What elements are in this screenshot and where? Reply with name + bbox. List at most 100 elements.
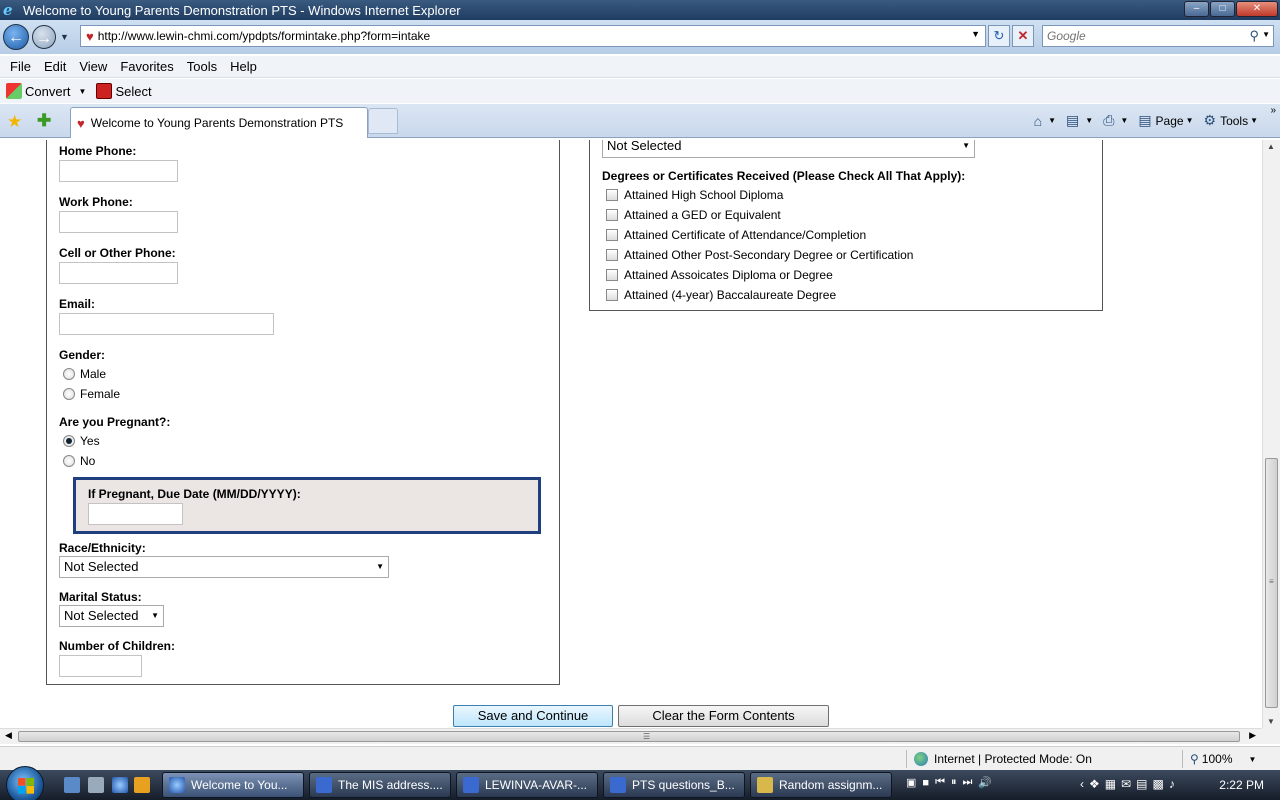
zoom-control[interactable]: ⚲ 100% ▼ xyxy=(1190,752,1256,766)
search-icon[interactable]: ⚲ xyxy=(1249,28,1259,44)
cell-phone-field[interactable] xyxy=(59,262,178,284)
work-phone-field[interactable] xyxy=(59,211,178,233)
save-continue-button[interactable]: Save and Continue xyxy=(453,705,613,727)
tab-current[interactable]: ♥ Welcome to Young Parents Demonstration… xyxy=(70,107,368,138)
tools-dropdown-icon[interactable]: ▼ xyxy=(1250,116,1258,125)
feeds-icon[interactable]: ▤ xyxy=(1066,112,1079,129)
new-tab-button[interactable] xyxy=(368,108,398,134)
degree-checkbox[interactable]: Attained High School Diploma xyxy=(606,188,783,202)
page-dropdown-icon[interactable]: ▼ xyxy=(1186,116,1194,125)
menu-view[interactable]: View xyxy=(79,59,107,74)
clear-form-button[interactable]: Clear the Form Contents xyxy=(618,705,829,727)
degree-checkbox[interactable]: Attained a GED or Equivalent xyxy=(606,208,781,222)
checkbox[interactable] xyxy=(606,209,618,221)
scroll-left-icon[interactable]: ◀ xyxy=(5,730,12,741)
close-button[interactable]: ✕ xyxy=(1236,1,1278,17)
search-box[interactable]: ⚲ ▼ xyxy=(1042,25,1274,47)
print-icon[interactable]: ⎙ xyxy=(1103,112,1114,129)
show-hidden-icons-icon[interactable]: ‹ xyxy=(1080,777,1084,791)
maximize-button[interactable]: □ xyxy=(1210,1,1235,17)
stop-button[interactable]: ✕ xyxy=(1012,25,1034,47)
radio-button-checked[interactable] xyxy=(63,435,75,447)
search-input[interactable] xyxy=(1043,26,1243,46)
show-desktop-icon[interactable] xyxy=(64,777,80,793)
menu-edit[interactable]: Edit xyxy=(44,59,66,74)
children-field[interactable] xyxy=(59,655,142,677)
print-dropdown-icon[interactable]: ▼ xyxy=(1120,116,1128,125)
home-icon[interactable]: ⌂ xyxy=(1034,113,1042,129)
menu-tools[interactable]: Tools xyxy=(187,59,217,74)
pause-icon[interactable]: ⏸ xyxy=(951,776,957,789)
checkbox[interactable] xyxy=(606,229,618,241)
address-bar[interactable]: ♥ http://www.lewin-chmi.com/ypdpts/formi… xyxy=(80,25,986,47)
zoom-dropdown-icon[interactable]: ▼ xyxy=(1249,755,1257,764)
search-options-icon[interactable]: ▼ xyxy=(1262,30,1270,39)
pregnant-yes-radio[interactable]: Yes xyxy=(63,434,100,448)
media-player-icon[interactable] xyxy=(134,777,150,793)
recent-pages-dropdown[interactable]: ▼ xyxy=(60,32,69,42)
menu-favorites[interactable]: Favorites xyxy=(120,59,173,74)
taskbar-item[interactable]: LEWINVA-AVAR-... xyxy=(456,772,598,798)
scroll-right-icon[interactable]: ▶ xyxy=(1249,730,1256,741)
horizontal-scrollbar[interactable]: ◀ ☰ ▶ xyxy=(0,728,1262,744)
taskbar-item[interactable]: Random assignm... xyxy=(750,772,892,798)
convert-dropdown-icon[interactable]: ▼ xyxy=(79,87,87,96)
next-track-icon[interactable]: ⏭ xyxy=(962,776,972,789)
vertical-scrollbar[interactable]: ▲ ≡ ▼ xyxy=(1262,140,1280,728)
taskbar-item[interactable]: Welcome to You... xyxy=(162,772,304,798)
clock[interactable]: 2:22 PM xyxy=(1219,778,1264,792)
checkbox[interactable] xyxy=(606,249,618,261)
address-dropdown-icon[interactable]: ▼ xyxy=(971,29,980,39)
dropbox-icon[interactable]: ❖ xyxy=(1089,777,1100,791)
pregnant-no-radio[interactable]: No xyxy=(63,454,95,468)
radio-button[interactable] xyxy=(63,368,75,380)
degree-checkbox[interactable]: Attained Assoicates Diploma or Degree xyxy=(606,268,833,282)
switch-windows-icon[interactable] xyxy=(88,777,104,793)
race-select[interactable]: Not Selected ▼ xyxy=(59,556,389,578)
due-date-field[interactable] xyxy=(88,503,183,525)
favorites-star-icon[interactable]: ★ xyxy=(7,112,22,132)
tools-menu[interactable]: Tools xyxy=(1220,114,1248,128)
ie-quicklaunch-icon[interactable] xyxy=(112,777,128,793)
speaker-icon[interactable]: ♪ xyxy=(1169,777,1175,791)
home-dropdown-icon[interactable]: ▼ xyxy=(1048,116,1056,125)
marital-select[interactable]: Not Selected ▼ xyxy=(59,605,164,627)
feeds-dropdown-icon[interactable]: ▼ xyxy=(1085,116,1093,125)
taskbar-item[interactable]: The MIS address.... xyxy=(309,772,451,798)
menu-help[interactable]: Help xyxy=(230,59,257,74)
page-menu[interactable]: Page xyxy=(1156,114,1184,128)
minimize-button[interactable]: – xyxy=(1184,1,1209,17)
previous-track-icon[interactable]: ⏮ xyxy=(935,776,945,789)
checkbox[interactable] xyxy=(606,289,618,301)
media-player-icon[interactable]: ▣ xyxy=(906,776,916,789)
forward-button[interactable]: → xyxy=(32,25,56,49)
horizontal-scroll-thumb[interactable]: ☰ xyxy=(18,731,1240,742)
volume-icon[interactable]: 🔊 xyxy=(978,776,992,789)
stop-media-icon[interactable]: ■ xyxy=(922,777,929,789)
vertical-scroll-thumb[interactable]: ≡ xyxy=(1265,458,1278,708)
back-button[interactable]: ← xyxy=(3,24,29,50)
monitor-icon[interactable]: ▩ xyxy=(1153,777,1164,791)
convert-button[interactable]: Convert ▼ xyxy=(6,83,90,99)
mail-icon[interactable]: ✉ xyxy=(1121,777,1131,791)
degree-checkbox[interactable]: Attained Other Post-Secondary Degree or … xyxy=(606,248,913,262)
gender-male-radio[interactable]: Male xyxy=(63,367,106,381)
taskbar-item[interactable]: PTS questions_B... xyxy=(603,772,745,798)
degree-checkbox[interactable]: Attained (4-year) Baccalaureate Degree xyxy=(606,288,836,302)
chevron-icon[interactable]: » xyxy=(1270,105,1276,116)
checkbox[interactable] xyxy=(606,269,618,281)
clipboard-icon[interactable]: ▤ xyxy=(1136,777,1147,791)
radio-button[interactable] xyxy=(63,388,75,400)
select-button[interactable]: Select xyxy=(96,83,152,99)
gender-female-radio[interactable]: Female xyxy=(63,387,120,401)
home-phone-field[interactable] xyxy=(59,160,178,182)
start-button[interactable] xyxy=(6,766,44,800)
add-favorites-icon[interactable]: ✚ xyxy=(37,111,51,131)
radio-button[interactable] xyxy=(63,455,75,467)
scroll-up-icon[interactable]: ▲ xyxy=(1267,142,1275,151)
security-zone[interactable]: Internet | Protected Mode: On xyxy=(914,752,1092,766)
address-url[interactable]: http://www.lewin-chmi.com/ypdpts/formint… xyxy=(98,29,430,43)
scroll-down-icon[interactable]: ▼ xyxy=(1267,717,1275,726)
menu-file[interactable]: File xyxy=(10,59,31,74)
degree-checkbox[interactable]: Attained Certificate of Attendance/Compl… xyxy=(606,228,866,242)
